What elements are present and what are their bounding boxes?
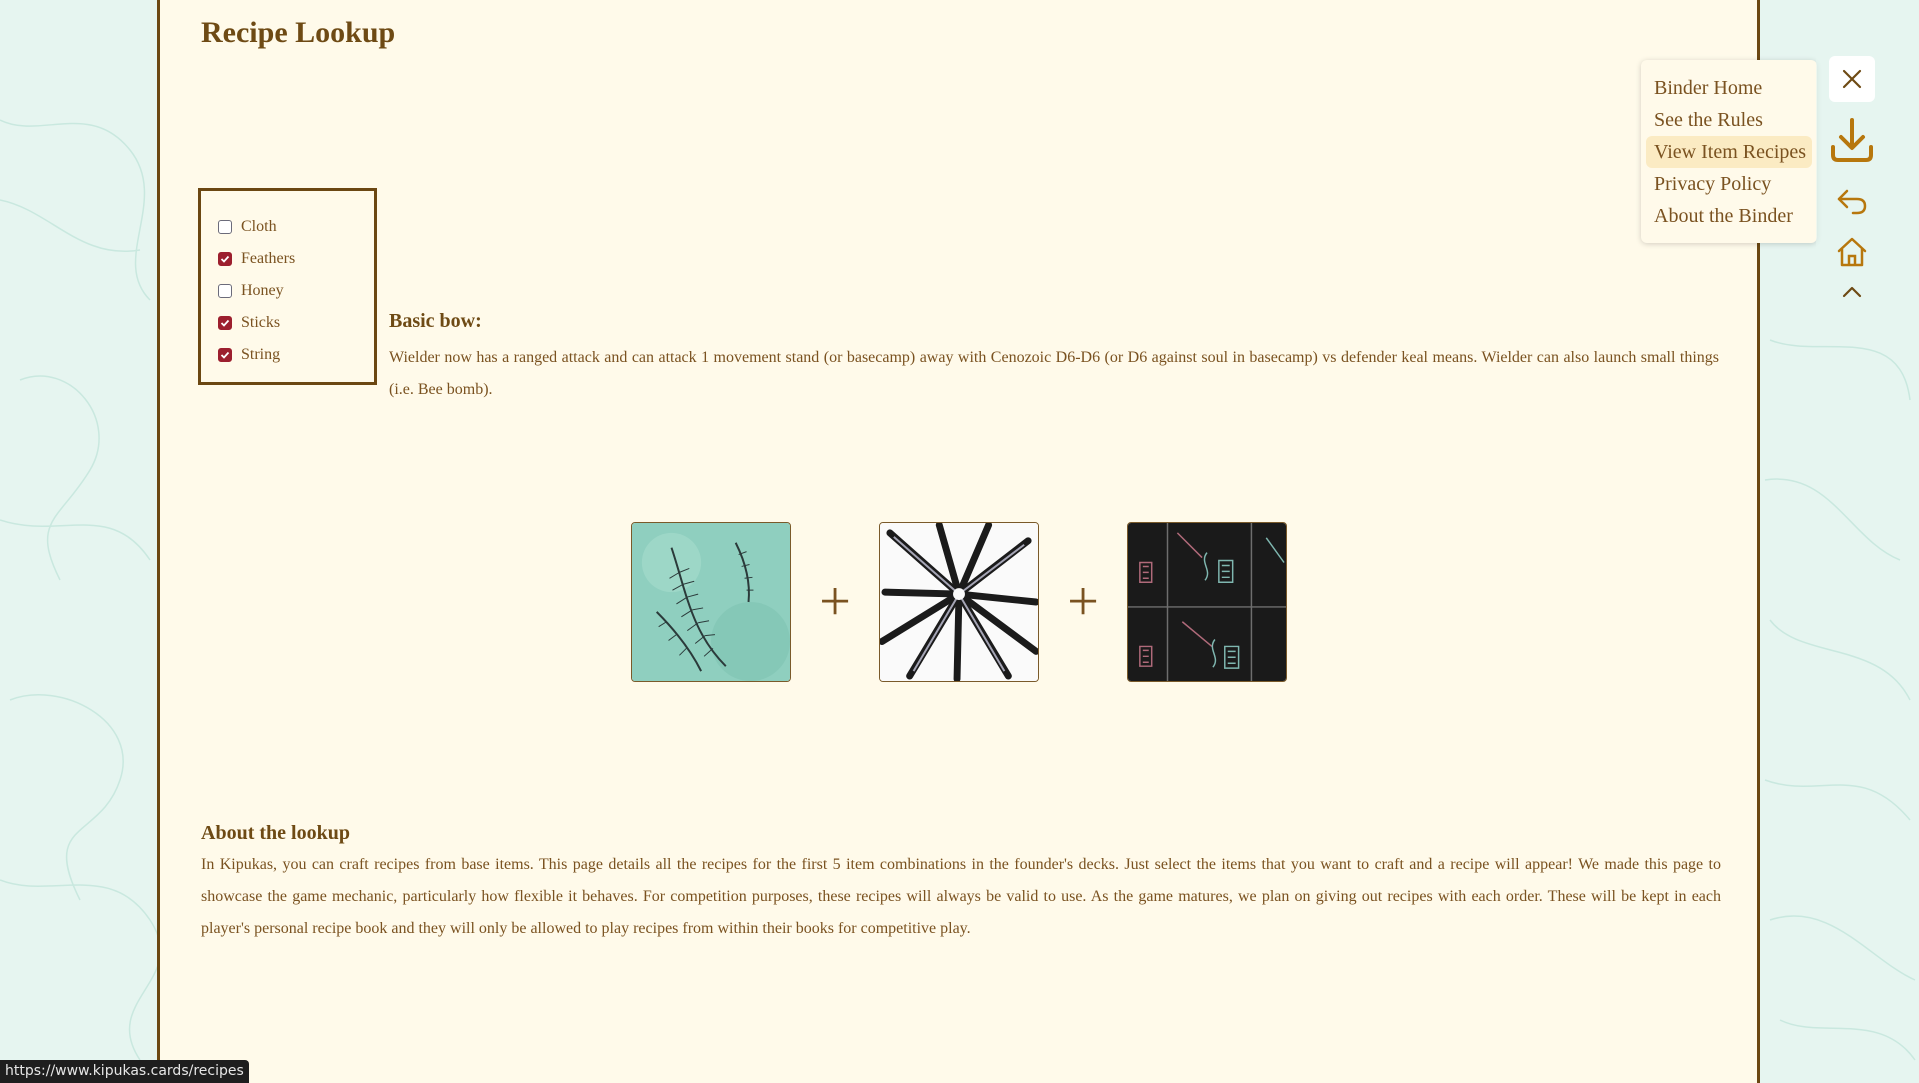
main-page: Recipe Lookup Cloth Feathers Honey Stick… xyxy=(157,0,1760,1083)
filter-label: Sticks xyxy=(241,314,281,331)
menu-item-privacy-policy[interactable]: Privacy Policy xyxy=(1646,168,1812,200)
menu-item-binder-home[interactable]: Binder Home xyxy=(1646,72,1812,104)
feathers-card-image xyxy=(631,522,791,682)
home-button[interactable] xyxy=(1827,232,1877,272)
sticks-checkbox[interactable] xyxy=(218,316,232,330)
chevron-up-icon[interactable] xyxy=(1841,285,1863,299)
plus-sign: + xyxy=(1067,571,1099,633)
back-button[interactable] xyxy=(1827,180,1877,220)
about-title: About the lookup xyxy=(201,822,350,844)
side-toolbar xyxy=(1816,46,1888,311)
recipe-title: Basic bow: xyxy=(389,310,482,332)
menu-item-see-the-rules[interactable]: See the Rules xyxy=(1646,104,1812,136)
filter-label: String xyxy=(241,346,281,363)
filter-item-feathers[interactable]: Feathers xyxy=(218,243,374,275)
filter-label: Cloth xyxy=(241,218,277,235)
about-text: In Kipukas, you can craft recipes from b… xyxy=(201,856,1721,937)
feathers-checkbox[interactable] xyxy=(218,252,232,266)
filter-item-honey[interactable]: Honey xyxy=(218,275,374,307)
menu-item-view-item-recipes[interactable]: View Item Recipes xyxy=(1646,136,1812,168)
filter-item-string[interactable]: String xyxy=(218,339,374,371)
filter-item-cloth[interactable]: Cloth xyxy=(218,211,374,243)
close-button[interactable] xyxy=(1827,56,1877,102)
close-icon[interactable] xyxy=(1829,56,1875,102)
sticks-card-image xyxy=(879,522,1039,682)
honey-checkbox[interactable] xyxy=(218,284,232,298)
filter-item-sticks[interactable]: Sticks xyxy=(218,307,374,339)
download-button[interactable] xyxy=(1827,114,1877,166)
recipe-description: Wielder now has a ranged attack and can … xyxy=(389,349,1719,398)
plus-sign: + xyxy=(819,571,851,633)
ingredient-filter-panel: Cloth Feathers Honey Sticks String xyxy=(198,188,377,385)
status-bar-url: https://www.kipukas.cards/recipes xyxy=(0,1060,249,1083)
home-icon[interactable] xyxy=(1835,235,1869,269)
filter-label: Honey xyxy=(241,282,284,299)
download-icon[interactable] xyxy=(1827,115,1877,165)
string-card-image xyxy=(1127,522,1287,682)
filter-label: Feathers xyxy=(241,250,296,267)
menu-item-about-the-binder[interactable]: About the Binder xyxy=(1646,200,1812,232)
string-checkbox[interactable] xyxy=(218,348,232,362)
navigation-menu: Binder Home See the Rules View Item Reci… xyxy=(1641,60,1817,243)
scroll-top-button[interactable] xyxy=(1827,282,1877,302)
back-arrow-icon[interactable] xyxy=(1835,183,1869,217)
cloth-checkbox[interactable] xyxy=(218,220,232,234)
page-title: Recipe Lookup xyxy=(201,16,396,49)
recipe-ingredients: + + xyxy=(631,520,1287,684)
